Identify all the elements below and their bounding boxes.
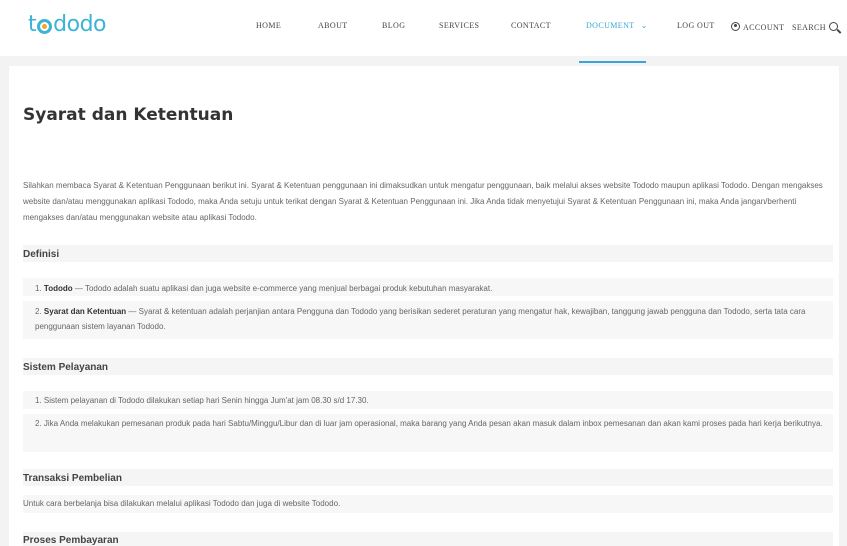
- nav-logout[interactable]: LOG OUT: [677, 21, 715, 30]
- definition-term: Tododo: [43, 284, 73, 293]
- nav-search-label: SEARCH: [792, 23, 826, 32]
- definition-text: — Syarat & ketentuan adalah perjanjian a…: [35, 307, 806, 331]
- list-number: 1.: [35, 284, 42, 293]
- nav-account-label: ACCOUNT: [743, 23, 785, 32]
- nav-services[interactable]: SERVICES: [439, 21, 479, 30]
- section-title-sistem-pelayanan: Sistem Pelayanan: [23, 362, 109, 373]
- sistem-item-2: 2. Jika Anda melakukan pemesanan produk …: [35, 416, 830, 431]
- section-header-bg: [23, 469, 833, 486]
- main-nav: HOME ABOUT BLOG SERVICES CONTACT DOCUMEN…: [0, 0, 847, 56]
- definition-text: — Tododo adalah suatu aplikasi dan juga …: [72, 284, 493, 293]
- intro-paragraph: Silahkan membaca Syarat & Ketentuan Peng…: [23, 181, 823, 222]
- list-number: 2.: [35, 307, 42, 316]
- nav-contact[interactable]: CONTACT: [511, 21, 551, 30]
- nav-about[interactable]: ABOUT: [318, 21, 348, 30]
- section-header-bg: [23, 245, 833, 262]
- chevron-down-icon: ⌄: [640, 21, 648, 30]
- section-header-bg: [23, 358, 833, 375]
- nav-account[interactable]: ACCOUNT: [731, 21, 784, 32]
- search-icon: [828, 22, 838, 31]
- section-title-proses-pembayaran: Proses Pembayaran: [23, 535, 119, 546]
- sistem-item-1: 1. Sistem pelayanan di Tododo dilakukan …: [35, 393, 830, 408]
- section-title-transaksi: Transaksi Pembelian: [23, 473, 122, 484]
- transaksi-text: Untuk cara berbelanja bisa dilakukan mel…: [23, 499, 341, 508]
- definition-term: Syarat dan Ketentuan: [43, 307, 127, 316]
- list-text: Sistem pelayanan di Tododo dilakukan set…: [43, 396, 369, 405]
- nav-search[interactable]: SEARCH: [792, 21, 838, 32]
- account-icon: [731, 22, 740, 31]
- nav-blog[interactable]: BLOG: [382, 21, 405, 30]
- section-title-definisi: Definisi: [23, 249, 60, 260]
- nav-home[interactable]: HOME: [256, 21, 281, 30]
- definisi-item-2: 2. Syarat dan Ketentuan — Syarat & keten…: [35, 304, 830, 334]
- nav-document-label: DOCUMENT: [586, 21, 635, 30]
- definisi-item-1: 1. Tododo — Tododo adalah suatu aplikasi…: [35, 281, 830, 296]
- nav-document[interactable]: DOCUMENT ⌄: [586, 21, 648, 30]
- list-number: 1.: [35, 396, 42, 405]
- site-header: t dodo HOME ABOUT BLOG SERVICES CONTACT …: [0, 0, 847, 56]
- section-header-bg: [23, 532, 833, 546]
- page-title: Syarat dan Ketentuan: [23, 105, 234, 125]
- list-text: Jika Anda melakukan pemesanan produk pad…: [43, 419, 823, 428]
- list-number: 2.: [35, 419, 42, 428]
- active-nav-indicator: [579, 61, 646, 63]
